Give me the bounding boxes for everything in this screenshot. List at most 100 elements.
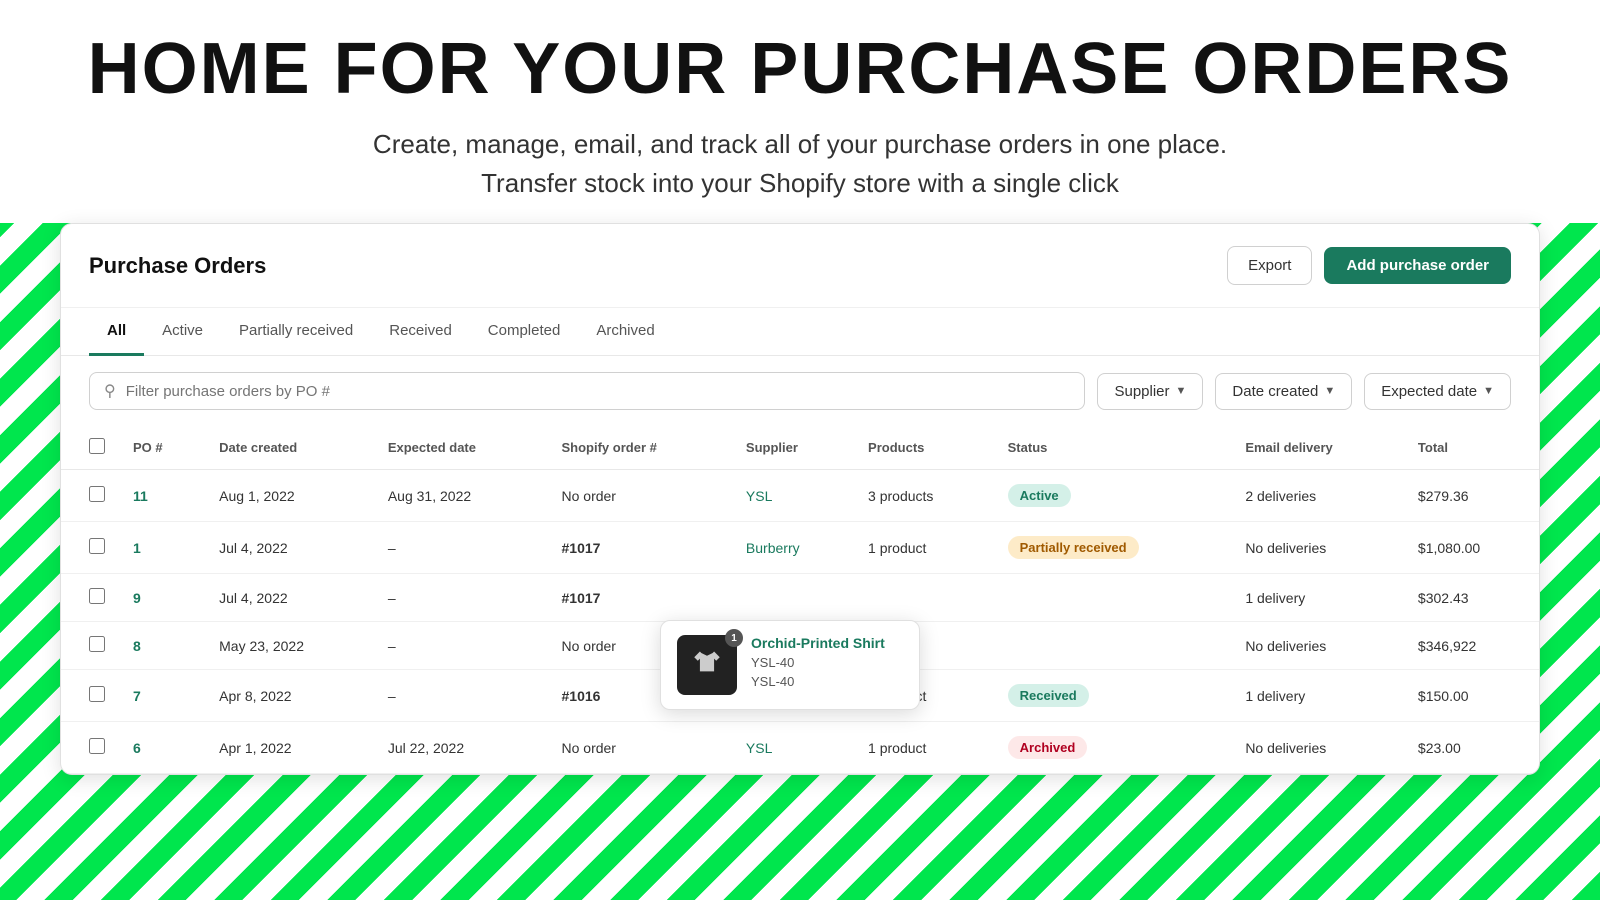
status-cell: Partially received — [994, 522, 1232, 574]
row-checkbox[interactable] — [89, 636, 105, 652]
supplier-filter-button[interactable]: Supplier ▼ — [1097, 373, 1203, 410]
date-created-cell: Apr 1, 2022 — [205, 722, 374, 774]
export-button[interactable]: Export — [1227, 246, 1312, 285]
supplier-link[interactable]: YSL — [746, 488, 772, 504]
tooltip-badge-count: 1 — [725, 629, 743, 647]
email-delivery-cell: No deliveries — [1231, 622, 1404, 670]
total-cell: $346,922 — [1404, 622, 1539, 670]
row-checkbox[interactable] — [89, 486, 105, 502]
date-created-cell: Jul 4, 2022 — [205, 522, 374, 574]
select-all-checkbox[interactable] — [89, 438, 105, 454]
tooltip-text: Orchid-Printed Shirt YSL-40 YSL-40 — [751, 635, 885, 689]
total-cell: $150.00 — [1404, 670, 1539, 722]
supplier-cell — [732, 574, 854, 622]
header-actions: Export Add purchase order — [1227, 246, 1511, 285]
row-checkbox[interactable] — [89, 588, 105, 604]
expected-date-cell: – — [374, 574, 548, 622]
total-cell: $23.00 — [1404, 722, 1539, 774]
status-cell — [994, 574, 1232, 622]
po-link[interactable]: 8 — [133, 638, 141, 654]
date-created-filter-label: Date created — [1232, 383, 1318, 400]
date-created-cell: Aug 1, 2022 — [205, 470, 374, 522]
row-checkbox[interactable] — [89, 738, 105, 754]
tab-received[interactable]: Received — [371, 308, 470, 356]
date-created-filter-button[interactable]: Date created ▼ — [1215, 373, 1352, 410]
date-created-cell: Jul 4, 2022 — [205, 574, 374, 622]
total-cell: $279.36 — [1404, 470, 1539, 522]
shirt-icon — [690, 648, 724, 682]
hero-subtitle-line2: Transfer stock into your Shopify store w… — [20, 164, 1580, 203]
products-cell: 1 product — [854, 522, 994, 574]
email-delivery-cell: 1 delivery — [1231, 574, 1404, 622]
col-status: Status — [994, 426, 1232, 470]
tooltip-sku1: YSL-40 — [751, 655, 885, 670]
email-delivery-cell: No deliveries — [1231, 522, 1404, 574]
filters-row: ⚲ Supplier ▼ Date created ▼ Expected dat… — [61, 356, 1539, 426]
email-delivery-cell: 2 deliveries — [1231, 470, 1404, 522]
expected-date-filter-button[interactable]: Expected date ▼ — [1364, 373, 1511, 410]
status-cell — [994, 622, 1232, 670]
total-cell: $302.43 — [1404, 574, 1539, 622]
expected-date-cell: Jul 22, 2022 — [374, 722, 548, 774]
row-checkbox[interactable] — [89, 538, 105, 554]
po-link[interactable]: 1 — [133, 540, 141, 556]
status-cell: Received — [994, 670, 1232, 722]
col-po: PO # — [119, 426, 205, 470]
page-title: Purchase Orders — [89, 253, 266, 279]
supplier-link[interactable]: Burberry — [746, 540, 800, 556]
add-purchase-order-button[interactable]: Add purchase order — [1324, 247, 1511, 284]
col-expected-date: Expected date — [374, 426, 548, 470]
col-date-created: Date created — [205, 426, 374, 470]
col-email-delivery: Email delivery — [1231, 426, 1404, 470]
supplier-cell: Burberry — [732, 522, 854, 574]
status-badge: Received — [1008, 684, 1089, 707]
po-link[interactable]: 9 — [133, 590, 141, 606]
shopify-order-cell: #1017 — [548, 574, 732, 622]
expected-date-cell: – — [374, 622, 548, 670]
expected-date-cell: Aug 31, 2022 — [374, 470, 548, 522]
status-badge: Partially received — [1008, 536, 1139, 559]
expected-date-cell: – — [374, 670, 548, 722]
table-row: 6 Apr 1, 2022 Jul 22, 2022 No order YSL … — [61, 722, 1539, 774]
col-supplier: Supplier — [732, 426, 854, 470]
tooltip-sku2: YSL-40 — [751, 674, 885, 689]
tab-partially-received[interactable]: Partially received — [221, 308, 371, 356]
chevron-down-icon: ▼ — [1324, 385, 1335, 397]
status-cell: Archived — [994, 722, 1232, 774]
search-box: ⚲ — [89, 372, 1085, 410]
expected-date-cell: – — [374, 522, 548, 574]
supplier-cell: YSL — [732, 470, 854, 522]
search-icon: ⚲ — [104, 381, 116, 401]
card-header: Purchase Orders Export Add purchase orde… — [61, 224, 1539, 308]
date-created-cell: Apr 8, 2022 — [205, 670, 374, 722]
product-tooltip: 1 Orchid-Printed Shirt YSL-40 YSL-40 — [660, 620, 920, 710]
products-cell: 1 product — [854, 722, 994, 774]
po-link[interactable]: 6 — [133, 740, 141, 756]
supplier-cell: YSL — [732, 722, 854, 774]
products-cell — [854, 574, 994, 622]
po-link[interactable]: 11 — [133, 488, 148, 504]
hero-subtitle-line1: Create, manage, email, and track all of … — [20, 125, 1580, 164]
table-header-row: PO # Date created Expected date Shopify … — [61, 426, 1539, 470]
orders-table-wrap: PO # Date created Expected date Shopify … — [61, 426, 1539, 774]
table-row: 9 Jul 4, 2022 – #1017 1 delivery $302.43 — [61, 574, 1539, 622]
date-created-cell: May 23, 2022 — [205, 622, 374, 670]
shopify-order-cell: #1017 — [548, 522, 732, 574]
chevron-down-icon: ▼ — [1176, 385, 1187, 397]
product-thumbnail: 1 — [677, 635, 737, 695]
expected-date-filter-label: Expected date — [1381, 383, 1477, 400]
search-input[interactable] — [126, 383, 1071, 400]
col-shopify-order: Shopify order # — [548, 426, 732, 470]
tab-archived[interactable]: Archived — [578, 308, 672, 356]
po-link[interactable]: 7 — [133, 688, 141, 704]
tab-active[interactable]: Active — [144, 308, 221, 356]
row-checkbox[interactable] — [89, 686, 105, 702]
supplier-filter-label: Supplier — [1114, 383, 1169, 400]
tab-completed[interactable]: Completed — [470, 308, 579, 356]
shopify-order-cell: No order — [548, 722, 732, 774]
status-cell: Active — [994, 470, 1232, 522]
tabs-bar: All Active Partially received Received C… — [61, 308, 1539, 356]
email-delivery-cell: 1 delivery — [1231, 670, 1404, 722]
supplier-link[interactable]: YSL — [746, 740, 772, 756]
tab-all[interactable]: All — [89, 308, 144, 356]
